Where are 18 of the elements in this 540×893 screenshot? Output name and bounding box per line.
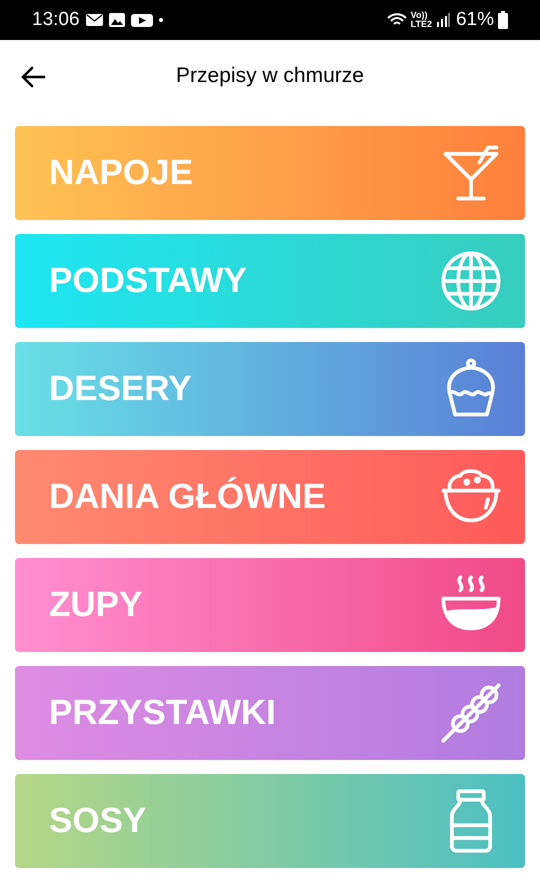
category-card[interactable]: DANIA GŁÓWNE bbox=[15, 450, 525, 544]
network-label: Vo)) LTE2 bbox=[410, 11, 432, 29]
play-icon bbox=[130, 14, 153, 26]
category-card[interactable]: NAPOJE bbox=[15, 126, 525, 220]
category-card[interactable]: ZUPY bbox=[15, 558, 525, 652]
screen-title: Przepisy w chmurze bbox=[176, 63, 364, 90]
battery-percentage: 61% bbox=[456, 8, 494, 32]
category-card[interactable]: SOSY bbox=[15, 774, 525, 868]
image-icon bbox=[108, 13, 125, 27]
category-card[interactable]: PODSTAWY bbox=[15, 234, 525, 328]
status-time: 13:06 bbox=[32, 8, 80, 32]
back-arrow-icon bbox=[20, 66, 46, 88]
dot-icon bbox=[158, 18, 163, 22]
category-card[interactable]: DESERY bbox=[15, 342, 525, 436]
mail-icon bbox=[86, 14, 103, 26]
signal-icon bbox=[436, 13, 450, 27]
battery-icon bbox=[498, 11, 508, 29]
category-card[interactable]: PRZYSTAWKI bbox=[15, 666, 525, 760]
